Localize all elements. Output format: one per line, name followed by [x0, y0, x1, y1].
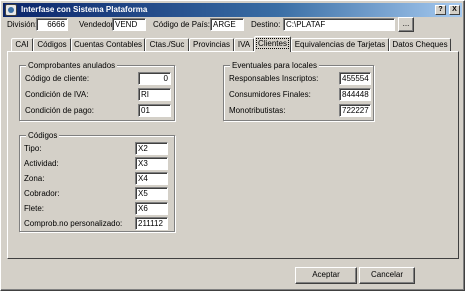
- tab-datos-cheques[interactable]: Datos Cheques: [389, 38, 451, 51]
- eventuales-locales-group: Eventuales para locales Responsables Ins…: [223, 60, 374, 121]
- group-title: Códigos: [26, 130, 60, 141]
- tab-label: Clientes: [256, 38, 289, 49]
- accept-button[interactable]: Aceptar: [295, 267, 357, 284]
- group-title: Eventuales para locales: [230, 60, 319, 71]
- group-title: Comprobantes anulados: [26, 60, 118, 71]
- actividad-field[interactable]: X3: [135, 157, 168, 170]
- division-field[interactable]: 6666: [36, 18, 68, 31]
- tipo-field[interactable]: X2: [135, 142, 168, 155]
- destino-field[interactable]: C:\PLATAF: [283, 18, 395, 31]
- tab-cuentas-contables[interactable]: Cuentas Contables: [71, 38, 145, 51]
- cobrador-field[interactable]: X5: [135, 187, 168, 200]
- monotributistas-field[interactable]: 722227: [339, 104, 371, 117]
- tab-label: Códigos: [37, 40, 67, 49]
- tab-iva[interactable]: IVA: [234, 38, 254, 51]
- comprob-no-personalizado-label: Comprob.no personalizado:: [24, 219, 123, 228]
- condicion-iva-label: Condición de IVA:: [25, 90, 89, 99]
- tab-cai[interactable]: CAI: [11, 38, 33, 51]
- help-button[interactable]: ?: [435, 5, 446, 15]
- cancel-button[interactable]: Cancelar: [359, 267, 415, 284]
- flete-label: Flete:: [24, 204, 45, 213]
- codigos-group: Códigos Tipo: X2 Actividad: X3 Zona: X4 …: [19, 130, 175, 232]
- division-label: División:: [7, 20, 38, 29]
- zona-label: Zona:: [24, 174, 45, 183]
- zona-field[interactable]: X4: [135, 172, 168, 185]
- vendedor-label: Vendedor: [79, 20, 114, 29]
- actividad-label: Actividad:: [24, 159, 59, 168]
- codigo-cliente-field[interactable]: 0: [138, 72, 171, 85]
- vendedor-field[interactable]: VEND: [112, 18, 146, 31]
- cobrador-label: Cobrador:: [24, 189, 60, 198]
- monotributistas-label: Monotributistas:: [229, 106, 286, 115]
- consumidores-finales-field[interactable]: 844448: [339, 88, 371, 101]
- tab-label: Cuentas Contables: [73, 40, 143, 49]
- tab-clientes[interactable]: Clientes: [254, 36, 291, 52]
- tab-equivalencias-de-tarjetas[interactable]: Equivalencias de Tarjetas: [291, 38, 389, 51]
- close-button[interactable]: X: [449, 5, 460, 15]
- responsables-inscriptos-field[interactable]: 455554: [339, 72, 371, 85]
- window-title: Interfase con Sistema Plataforma: [21, 5, 148, 14]
- tab-strip: CAI Códigos Cuentas Contables Ctas./Suc …: [7, 36, 459, 52]
- consumidores-finales-label: Consumidores Finales:: [229, 90, 311, 99]
- condicion-iva-field[interactable]: RI: [138, 88, 171, 101]
- tab-label: CAI: [15, 40, 29, 49]
- tab-label: Provincias: [193, 40, 230, 49]
- flete-field[interactable]: X6: [135, 202, 168, 215]
- comprob-no-personalizado-field[interactable]: 211112: [135, 217, 168, 230]
- codigo-pais-field[interactable]: ARGE: [210, 18, 244, 31]
- tab-label: Equivalencias de Tarjetas: [294, 40, 386, 49]
- comprobantes-anulados-group: Comprobantes anulados Código de cliente:…: [19, 60, 175, 121]
- codigo-cliente-label: Código de cliente:: [25, 74, 90, 83]
- codigo-pais-label: Código de País:: [153, 20, 210, 29]
- tipo-label: Tipo:: [24, 144, 42, 153]
- tab-label: Datos Cheques: [392, 40, 448, 49]
- responsables-inscriptos-label: Responsables Inscriptos:: [229, 74, 319, 83]
- tab-codigos[interactable]: Códigos: [33, 38, 71, 51]
- title-bar[interactable]: Interfase con Sistema Plataforma ? X: [3, 3, 462, 17]
- tab-ctas-suc[interactable]: Ctas./Suc: [145, 38, 189, 51]
- condicion-pago-field[interactable]: 01: [138, 104, 171, 117]
- tab-provincias[interactable]: Provincias: [189, 38, 234, 51]
- app-icon: [5, 4, 17, 16]
- tab-panel-clientes: Comprobantes anulados Código de cliente:…: [7, 51, 459, 259]
- app-window: Interfase con Sistema Plataforma ? X Div…: [0, 0, 465, 291]
- tab-label: IVA: [237, 40, 251, 49]
- destino-label: Destino:: [251, 20, 281, 29]
- condicion-pago-label: Condición de pago:: [25, 106, 94, 115]
- browse-button[interactable]: ...: [398, 17, 414, 32]
- tab-label: Ctas./Suc: [149, 40, 185, 49]
